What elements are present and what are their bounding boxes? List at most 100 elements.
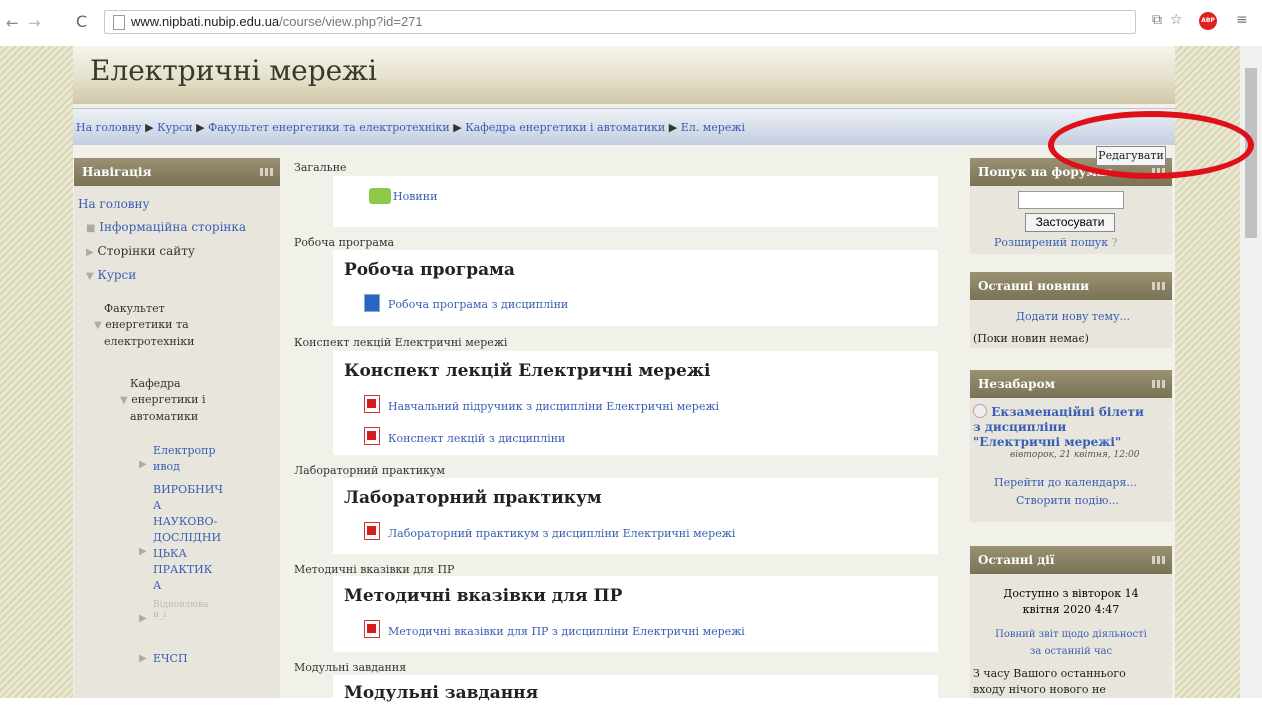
forward-arrow-icon[interactable]: → xyxy=(28,14,41,32)
block-controls-icon[interactable] xyxy=(1152,380,1166,388)
recent-activity-block: Останні дії Доступно з вівторок 14 квітн… xyxy=(970,546,1172,698)
back-arrow-icon[interactable]: ← xyxy=(6,14,19,32)
resource-link[interactable]: Новини xyxy=(369,188,437,204)
resource-link[interactable]: Конспект лекцій з дисципліни xyxy=(364,427,565,445)
section-card: Лабораторний практикум Лабораторний прак… xyxy=(333,478,938,554)
nav-practice[interactable]: ВИРОБНИЧ А НАУКОВО- ДОСЛІДНИ ЦЬКА ПРАКТИ… xyxy=(153,482,223,594)
section-title: Робоча програма xyxy=(344,260,515,280)
nav-faculty-line: електротехніки xyxy=(104,335,195,348)
activity-since-line: квітня 2020 4:47 xyxy=(1022,603,1120,616)
pdf-icon xyxy=(364,620,380,638)
section-label: Робоча програма xyxy=(294,236,395,249)
nav-electric-drive[interactable]: Електропр ивод xyxy=(153,443,216,475)
crumb-sep-icon: ▶ xyxy=(196,121,205,134)
latest-news-block: Останні новини Додати нову тему... (Поки… xyxy=(970,272,1172,348)
section-card: Конспект лекцій Електричні мережі Навчал… xyxy=(333,351,938,455)
go-calendar-link[interactable]: Перейти до календаря... xyxy=(994,476,1137,489)
full-report-link[interactable]: Повний звіт щодо діяльності за останній … xyxy=(976,626,1166,660)
section-card: Новини xyxy=(333,176,938,227)
resource-title: Навчальний підручник з дисципліни Електр… xyxy=(388,400,719,413)
crumb-courses[interactable]: Курси xyxy=(157,121,193,134)
menu-icon[interactable]: ≡ xyxy=(1236,12,1248,28)
reload-icon[interactable]: C xyxy=(76,12,87,31)
add-topic-link[interactable]: Додати нову тему... xyxy=(1016,310,1130,323)
activity-since-line: Доступно з вівторок 14 xyxy=(1003,587,1139,600)
highlight-circle xyxy=(1048,111,1254,179)
block-controls-icon[interactable] xyxy=(260,168,274,176)
nav-info-page[interactable]: Інформаційна сторінка xyxy=(99,220,246,234)
latest-news-title: Останні новини xyxy=(978,279,1089,293)
nav-sub-line: А xyxy=(153,579,162,592)
clock-icon xyxy=(973,404,987,418)
nav-echsp[interactable]: ЕЧСП xyxy=(153,652,188,665)
crumb-faculty[interactable]: Факультет енергетики та електротехніки xyxy=(208,121,450,134)
nav-sub-line: НАУКОВО- xyxy=(153,515,218,528)
browser-toolbar: ← → C www.nipbati.nubip.edu.ua/course/vi… xyxy=(0,0,1262,46)
advanced-search-label: Розширений пошук xyxy=(994,236,1109,249)
nav-faculty-line: Факультет xyxy=(104,302,165,315)
nav-sub-line: А xyxy=(153,499,162,512)
nav-renewable[interactable]: Відновлюва н_і xyxy=(153,600,209,620)
nav-department[interactable]: Кафедра ▼ енергетики і автоматики xyxy=(120,376,206,425)
nothing-new-text: З часу Вашого останнього входу нічого но… xyxy=(973,666,1126,698)
crumb-department[interactable]: Кафедра енергетики і автоматики xyxy=(465,121,665,134)
advanced-search-link[interactable]: Розширений пошук ? xyxy=(994,236,1118,249)
resource-link[interactable]: Робоча програма з дисципліни xyxy=(364,294,568,312)
bookmark-star-icon[interactable]: ☆ xyxy=(1170,12,1183,28)
apply-button[interactable]: Застосувати xyxy=(1025,213,1115,232)
full-report-line: Повний звіт щодо діяльності xyxy=(995,629,1147,640)
block-controls-icon[interactable] xyxy=(1152,556,1166,564)
section-title: Методичні вказівки для ПР xyxy=(344,586,623,606)
resource-link[interactable]: Навчальний підручник з дисципліни Електр… xyxy=(364,395,719,413)
collapsed-arrow-icon: ▶ xyxy=(86,247,94,258)
activity-since: Доступно з вівторок 14 квітня 2020 4:47 xyxy=(976,586,1166,618)
forum-icon xyxy=(369,188,391,204)
search-input[interactable] xyxy=(1018,191,1124,209)
crumb-home[interactable]: На головну xyxy=(76,121,142,134)
nav-home[interactable]: На головну xyxy=(78,197,150,211)
section-label: Лабораторний практикум xyxy=(294,464,445,477)
block-controls-icon[interactable] xyxy=(1152,282,1166,290)
section-title: Конспект лекцій Електричні мережі xyxy=(344,361,711,381)
nav-sub-line: ДОСЛІДНИ xyxy=(153,531,222,544)
section-label: Методичні вказівки для ПР xyxy=(294,563,455,576)
address-bar[interactable]: www.nipbati.nubip.edu.ua/course/view.php… xyxy=(104,10,1136,34)
nav-courses[interactable]: Курси xyxy=(98,268,137,282)
nav-faculty[interactable]: Факультет ▼ енергетики та електротехніки xyxy=(94,301,195,350)
section-label: Загальне xyxy=(294,161,347,174)
resource-link[interactable]: Методичні вказівки для ПР з дисципліни Е… xyxy=(364,620,745,638)
resource-title: Методичні вказівки для ПР з дисципліни Е… xyxy=(388,625,745,638)
nothing-new-line: З часу Вашого останнього xyxy=(973,667,1126,680)
page: Електричні мережі На головну ▶ Курси ▶ Ф… xyxy=(73,46,1175,705)
collapsed-arrow-icon: ▶ xyxy=(139,459,147,470)
collapsed-arrow-icon: ▶ xyxy=(139,653,147,664)
breadcrumb: На головну ▶ Курси ▶ Факультет енергетик… xyxy=(73,108,1175,145)
upcoming-title: Незабаром xyxy=(978,377,1056,391)
resource-link[interactable]: Лабораторний практикум з дисципліни Елек… xyxy=(364,522,735,540)
section-label: Модульні завдання xyxy=(294,661,407,674)
crumb-sep-icon: ▶ xyxy=(453,121,462,134)
nothing-new-line: входу нічого нового не xyxy=(973,683,1106,696)
page-title: Електричні мережі xyxy=(90,54,377,87)
news-link: Новини xyxy=(393,190,438,203)
pdf-icon xyxy=(364,427,380,445)
crumb-course[interactable]: Ел. мережі xyxy=(681,121,745,134)
event-date: вівторок, 21 квітня, 12:00 xyxy=(1010,450,1140,460)
nav-faculty-line: енергетики та xyxy=(105,318,189,331)
bullet-icon: ■ xyxy=(86,223,96,234)
section-title: Модульні завдання xyxy=(344,683,539,703)
nav-sub-line: Електропр xyxy=(153,444,216,457)
nav-site-pages[interactable]: Сторінки сайту xyxy=(98,244,195,258)
adblock-icon[interactable]: ABP xyxy=(1199,12,1217,30)
event-link[interactable]: Екзаменаційні білети з дисципліни "Елект… xyxy=(973,404,1144,450)
crumb-sep-icon: ▶ xyxy=(145,121,154,134)
full-report-line: за останній час xyxy=(1029,646,1113,657)
resource-title: Робоча програма з дисципліни xyxy=(388,298,569,311)
url-path: /course/view.php?id=271 xyxy=(279,14,423,29)
nav-dept-line: автоматики xyxy=(130,410,199,423)
create-event-link[interactable]: Створити подію... xyxy=(1016,494,1119,507)
help-icon[interactable]: ? xyxy=(1112,236,1118,249)
translate-icon[interactable]: ⧉ xyxy=(1152,12,1162,28)
collapsed-arrow-icon: ▶ xyxy=(139,546,147,557)
section-title: Лабораторний практикум xyxy=(344,488,602,508)
